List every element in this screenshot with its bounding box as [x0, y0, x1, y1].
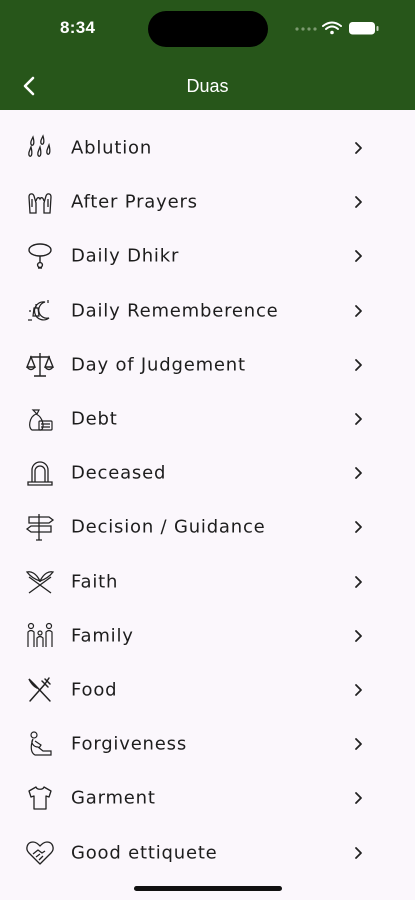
item-label: Ablution	[71, 137, 153, 159]
list-item-food[interactable]: Food	[0, 663, 415, 717]
fork-knife-icon	[25, 675, 55, 705]
item-label: Food	[71, 679, 118, 701]
chevron-right-icon	[355, 684, 362, 696]
gravestone-icon	[25, 458, 55, 488]
status-icons	[294, 20, 384, 36]
item-label: Garment	[71, 787, 156, 809]
item-label: Family	[71, 625, 134, 647]
chevron-right-icon	[355, 738, 362, 751]
list-item-garment[interactable]: Garment	[0, 771, 415, 825]
chevron-right-icon	[355, 629, 362, 642]
shirt-icon	[25, 783, 55, 813]
list-item-decision-guidance[interactable]: Decision / Guidance	[0, 500, 415, 554]
chevron-right-icon	[355, 304, 362, 317]
item-label: Daily Dhikr	[71, 245, 180, 267]
list-item-ablution[interactable]: Ablution	[0, 121, 415, 175]
item-label: Good ettiquete	[71, 842, 218, 864]
chevron-right-icon	[355, 792, 362, 805]
item-label: Daily Rememberence	[71, 300, 279, 322]
signpost-icon	[25, 512, 55, 542]
item-label: Faith	[71, 571, 119, 593]
list-item-after-prayers[interactable]: After Prayers	[0, 175, 415, 229]
money-bag-icon	[25, 404, 55, 434]
chevron-right-icon	[355, 521, 362, 534]
list-item-forgiveness[interactable]: Forgiveness	[0, 717, 415, 771]
list-item-day-of-judgement[interactable]: Day of Judgement	[0, 338, 415, 392]
list-item-faith[interactable]: Faith	[0, 555, 415, 609]
app-header: 8:34 Duas	[0, 0, 415, 110]
heart-handshake-icon	[25, 838, 55, 868]
item-label: Debt	[71, 408, 118, 430]
water-drops-icon	[25, 133, 55, 163]
chevron-right-icon	[355, 196, 362, 209]
dynamic-island	[148, 11, 268, 47]
item-label: Forgiveness	[71, 733, 188, 755]
quran-stand-icon	[25, 567, 55, 597]
family-icon	[25, 621, 55, 651]
home-indicator	[134, 886, 282, 891]
wifi-icon	[322, 21, 342, 30]
item-label: Deceased	[71, 462, 167, 484]
list-item-daily-dhikr[interactable]: Daily Dhikr	[0, 229, 415, 283]
chevron-right-icon	[355, 467, 362, 480]
item-label: Decision / Guidance	[71, 516, 266, 538]
item-label: After Prayers	[71, 191, 198, 213]
moon-lantern-icon	[25, 296, 55, 326]
kneeling-person-icon	[25, 729, 55, 759]
prayer-beads-icon	[25, 241, 55, 271]
signal-icon	[295, 27, 317, 31]
item-label: Day of Judgement	[71, 354, 246, 376]
praying-hands-icon	[25, 187, 55, 217]
page-title: Duas	[186, 76, 229, 96]
list-item-family[interactable]: Family	[0, 609, 415, 663]
list-item-deceased[interactable]: Deceased	[0, 446, 415, 500]
chevron-right-icon	[355, 846, 362, 859]
duas-list: Ablution After Prayers Daily Dhikr Daily…	[0, 121, 415, 880]
list-item-good-ettiquete[interactable]: Good ettiquete	[0, 825, 415, 879]
list-item-debt[interactable]: Debt	[0, 392, 415, 446]
battery-icon	[349, 22, 379, 35]
chevron-right-icon	[355, 142, 362, 154]
scales-icon	[25, 350, 55, 380]
chevron-right-icon	[355, 413, 362, 425]
chevron-right-icon	[355, 358, 362, 371]
chevron-right-icon	[355, 575, 362, 588]
status-time: 8:34	[60, 18, 96, 37]
list-item-daily-rememberence[interactable]: Daily Rememberence	[0, 284, 415, 338]
chevron-right-icon	[355, 250, 362, 263]
